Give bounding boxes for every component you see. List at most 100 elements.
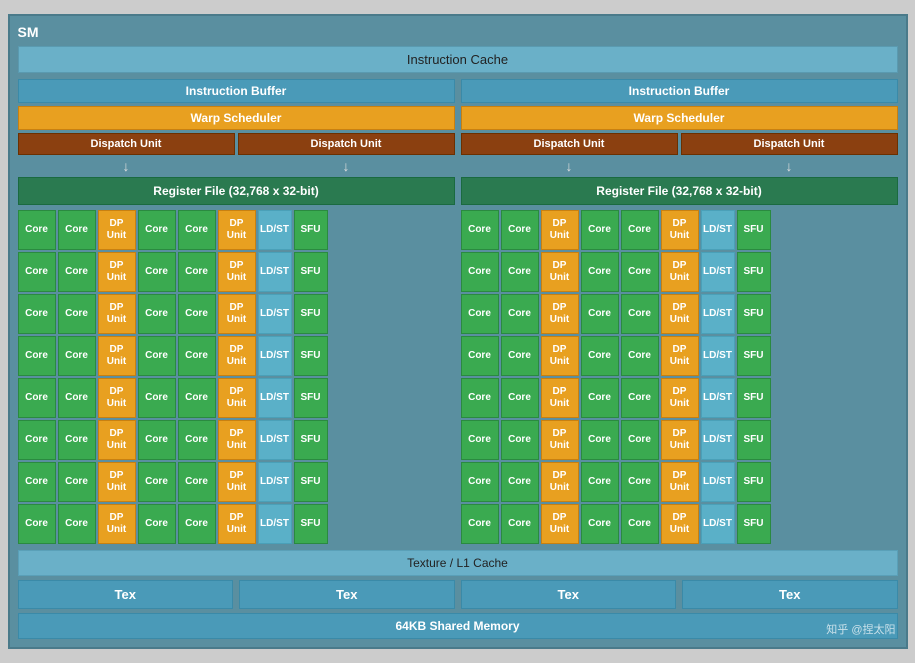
dp-cell: DP Unit <box>98 420 136 460</box>
core-cell: Core <box>621 210 659 250</box>
texture-cache: Texture / L1 Cache <box>18 550 898 576</box>
dp-cell: DP Unit <box>541 252 579 292</box>
core-cell: Core <box>501 252 539 292</box>
cores-row: CoreCoreDP UnitCoreCoreDP UnitLD/STSFU <box>461 210 898 250</box>
core-cell: Core <box>501 378 539 418</box>
dp-cell: DP Unit <box>98 210 136 250</box>
dp-cell: DP Unit <box>661 462 699 502</box>
dp-cell: DP Unit <box>218 336 256 376</box>
ldst-cell: LD/ST <box>701 210 735 250</box>
sfu-cell: SFU <box>294 420 328 460</box>
tex-4: Tex <box>682 580 898 609</box>
dp-cell: DP Unit <box>218 504 256 544</box>
right-dispatch-unit-1: Dispatch Unit <box>461 133 678 155</box>
cores-row: CoreCoreDP UnitCoreCoreDP UnitLD/STSFU <box>18 252 455 292</box>
sfu-cell: SFU <box>737 378 771 418</box>
cores-row: CoreCoreDP UnitCoreCoreDP UnitLD/STSFU <box>18 294 455 334</box>
instruction-cache: Instruction Cache <box>18 46 898 73</box>
cores-row: CoreCoreDP UnitCoreCoreDP UnitLD/STSFU <box>461 504 898 544</box>
dp-cell: DP Unit <box>218 252 256 292</box>
ldst-cell: LD/ST <box>701 252 735 292</box>
dp-cell: DP Unit <box>218 420 256 460</box>
core-cell: Core <box>178 210 216 250</box>
watermark: 知乎 @捏太阳 <box>826 621 895 637</box>
core-cell: Core <box>138 294 176 334</box>
core-cell: Core <box>581 336 619 376</box>
sfu-cell: SFU <box>737 462 771 502</box>
core-cell: Core <box>138 378 176 418</box>
core-cell: Core <box>138 252 176 292</box>
ldst-cell: LD/ST <box>701 336 735 376</box>
sfu-cell: SFU <box>294 294 328 334</box>
right-register-file: Register File (32,768 x 32-bit) <box>461 177 898 205</box>
dp-cell: DP Unit <box>218 462 256 502</box>
sfu-cell: SFU <box>737 294 771 334</box>
core-cell: Core <box>178 462 216 502</box>
core-cell: Core <box>58 336 96 376</box>
left-arrow-2: ↓ <box>238 158 455 174</box>
ldst-cell: LD/ST <box>258 462 292 502</box>
core-cell: Core <box>18 294 56 334</box>
core-cell: Core <box>581 504 619 544</box>
core-cell: Core <box>58 504 96 544</box>
core-cell: Core <box>581 378 619 418</box>
core-cell: Core <box>58 294 96 334</box>
core-cell: Core <box>621 378 659 418</box>
core-cell: Core <box>178 336 216 376</box>
cores-row: CoreCoreDP UnitCoreCoreDP UnitLD/STSFU <box>461 294 898 334</box>
dp-cell: DP Unit <box>98 336 136 376</box>
left-dispatch-unit-2: Dispatch Unit <box>238 133 455 155</box>
left-arrow-1: ↓ <box>18 158 235 174</box>
core-cell: Core <box>178 294 216 334</box>
core-cell: Core <box>178 420 216 460</box>
dp-cell: DP Unit <box>661 252 699 292</box>
core-cell: Core <box>18 252 56 292</box>
core-cell: Core <box>178 378 216 418</box>
dp-cell: DP Unit <box>98 378 136 418</box>
dp-cell: DP Unit <box>541 504 579 544</box>
core-cell: Core <box>581 252 619 292</box>
main-two-col: Instruction Buffer Warp Scheduler Dispat… <box>18 79 898 544</box>
sfu-cell: SFU <box>294 252 328 292</box>
ldst-cell: LD/ST <box>258 504 292 544</box>
core-cell: Core <box>461 294 499 334</box>
cores-row: CoreCoreDP UnitCoreCoreDP UnitLD/STSFU <box>18 336 455 376</box>
core-cell: Core <box>18 336 56 376</box>
right-warp-scheduler: Warp Scheduler <box>461 106 898 130</box>
dp-cell: DP Unit <box>661 336 699 376</box>
core-cell: Core <box>18 378 56 418</box>
right-half: Instruction Buffer Warp Scheduler Dispat… <box>461 79 898 544</box>
ldst-cell: LD/ST <box>258 252 292 292</box>
core-cell: Core <box>138 336 176 376</box>
left-arrows: ↓ ↓ <box>18 158 455 174</box>
dp-cell: DP Unit <box>661 294 699 334</box>
dp-cell: DP Unit <box>218 378 256 418</box>
dp-cell: DP Unit <box>541 294 579 334</box>
core-cell: Core <box>581 462 619 502</box>
cores-row: CoreCoreDP UnitCoreCoreDP UnitLD/STSFU <box>461 420 898 460</box>
core-cell: Core <box>461 462 499 502</box>
dp-cell: DP Unit <box>661 378 699 418</box>
ldst-cell: LD/ST <box>258 378 292 418</box>
ldst-cell: LD/ST <box>701 420 735 460</box>
core-cell: Core <box>18 504 56 544</box>
sfu-cell: SFU <box>294 336 328 376</box>
ldst-cell: LD/ST <box>258 420 292 460</box>
right-dispatch-unit-2: Dispatch Unit <box>681 133 898 155</box>
core-cell: Core <box>621 420 659 460</box>
dp-cell: DP Unit <box>541 420 579 460</box>
dp-cell: DP Unit <box>98 504 136 544</box>
dp-cell: DP Unit <box>661 210 699 250</box>
core-cell: Core <box>621 504 659 544</box>
core-cell: Core <box>581 210 619 250</box>
left-warp-scheduler: Warp Scheduler <box>18 106 455 130</box>
sfu-cell: SFU <box>737 336 771 376</box>
core-cell: Core <box>18 210 56 250</box>
core-cell: Core <box>461 210 499 250</box>
core-cell: Core <box>138 462 176 502</box>
core-cell: Core <box>58 462 96 502</box>
dp-cell: DP Unit <box>541 378 579 418</box>
sfu-cell: SFU <box>737 420 771 460</box>
tex-3: Tex <box>461 580 677 609</box>
core-cell: Core <box>58 378 96 418</box>
